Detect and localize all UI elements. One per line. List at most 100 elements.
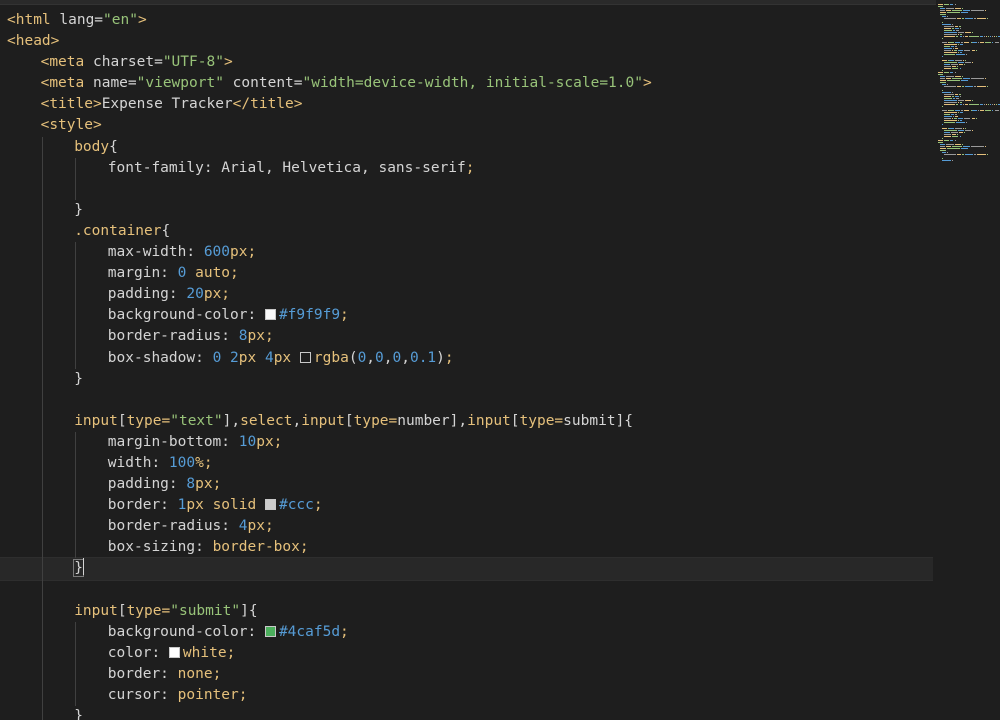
- code-token: </title>: [232, 96, 303, 113]
- code-line[interactable]: }: [7, 368, 933, 390]
- minimap-mark: [972, 62, 974, 63]
- code-line[interactable]: box-shadow: 0 2px 4px rgba(0,0,0,0.1);: [7, 347, 933, 369]
- minimap-mark: [954, 60, 963, 61]
- minimap-mark: [938, 72, 944, 73]
- minimap-mark: [968, 104, 979, 105]
- code-token: %;: [195, 454, 213, 471]
- minimap-mark: [940, 82, 947, 83]
- code-token: number: [397, 412, 450, 429]
- minimap-mark: [944, 136, 952, 137]
- minimap-mark: [953, 116, 955, 117]
- code-line[interactable]: border: none;: [7, 663, 933, 685]
- minimap-mark: [993, 36, 995, 37]
- code-line[interactable]: max-width: 600px;: [7, 242, 933, 264]
- code-line[interactable]: padding: 8px;: [7, 474, 933, 496]
- code-token: 20: [186, 286, 204, 303]
- minimap-mark: [970, 110, 972, 111]
- code-line[interactable]: margin: 0 auto;: [7, 263, 933, 285]
- code-line[interactable]: <head>: [7, 31, 933, 52]
- code-line[interactable]: color: white;: [7, 642, 933, 664]
- code-line[interactable]: <style>: [7, 115, 933, 136]
- code-token: <title>: [40, 96, 102, 113]
- code-token: white: [182, 644, 227, 661]
- code-token: "en": [103, 12, 138, 28]
- indent-guide: [75, 474, 77, 496]
- minimap-mark: [990, 104, 991, 105]
- code-token: ],: [449, 412, 468, 429]
- minimap-mark: [944, 34, 957, 35]
- indent-guide: [41, 642, 43, 664]
- code-area[interactable]: <html lang="en"> <head> <meta charset="UTF…: [0, 10, 933, 720]
- color-swatch-icon[interactable]: [299, 351, 311, 363]
- minimap-mark: [944, 46, 951, 47]
- code-line[interactable]: width: 100%;: [7, 452, 933, 475]
- code-line[interactable]: <title>Expense Tracker</title>: [7, 94, 933, 115]
- code-token: box-shadow:: [107, 349, 213, 366]
- indent-guide: [75, 305, 77, 327]
- minimap-mark: [952, 160, 953, 161]
- indent-guide: [41, 663, 43, 685]
- minimap-mark: [964, 130, 972, 131]
- code-line[interactable]: background-color: #f9f9f9;: [7, 305, 933, 327]
- indent-guide: [41, 495, 43, 517]
- code-line[interactable]: input[type="submit"]{: [7, 600, 933, 622]
- color-swatch-icon[interactable]: [264, 499, 276, 511]
- minimap-mark: [965, 122, 967, 123]
- minimap-mark: [944, 68, 952, 69]
- code-line[interactable]: }: [7, 199, 933, 221]
- code-line[interactable]: margin-bottom: 10px;: [7, 431, 933, 453]
- minimap-mark: [959, 36, 963, 37]
- color-swatch-icon[interactable]: [264, 309, 276, 321]
- code-line[interactable]: input[type="text"],select,input[type=num…: [7, 410, 933, 432]
- code-line[interactable]: body{: [7, 136, 933, 158]
- code-line[interactable]: [7, 579, 933, 601]
- minimap-mark: [959, 28, 961, 29]
- code-line[interactable]: box-sizing: border-box;: [7, 537, 933, 559]
- minimap-mark: [946, 78, 951, 79]
- code-token: lang=: [59, 12, 104, 28]
- code-line[interactable]: <meta name="viewport" content="width=dev…: [7, 73, 933, 94]
- minimap-mark: [957, 120, 959, 121]
- minimap-mark: [988, 104, 990, 105]
- code-line[interactable]: .container{: [7, 220, 933, 243]
- tab-bar: [0, 0, 1000, 5]
- code-token: charset=: [92, 54, 163, 71]
- code-line[interactable]: cursor: pointer;: [7, 685, 933, 707]
- code-editor[interactable]: <html lang="en"> <head> <meta charset="UTF…: [0, 0, 1000, 720]
- minimap-mark: [976, 154, 986, 155]
- minimap-mark: [942, 106, 943, 107]
- minimap-mark: [946, 146, 951, 147]
- code-line[interactable]: [7, 389, 933, 411]
- minimap-mark: [944, 86, 956, 87]
- code-line[interactable]: <html lang="en">: [7, 10, 933, 31]
- minimap-mark: [961, 76, 963, 77]
- minimap-mark: [951, 132, 958, 133]
- code-token: none: [177, 665, 213, 682]
- code-line[interactable]: <meta charset="UTF-8">: [7, 52, 933, 73]
- code-line[interactable]: border: 1px solid #ccc;: [7, 495, 933, 517]
- minimap-mark: [957, 62, 964, 63]
- code-line[interactable]: background-color: #4caf5d;: [7, 621, 933, 643]
- minimap-mark: [954, 118, 957, 119]
- code-token: type=: [126, 602, 171, 619]
- minimap-mark: [940, 8, 946, 9]
- code-line[interactable]: padding: 20px;: [7, 284, 933, 306]
- minimap-mark: [964, 118, 971, 119]
- current-code-line[interactable]: }: [0, 557, 933, 582]
- code-line[interactable]: }: [7, 706, 933, 720]
- indent-guide: [41, 452, 43, 475]
- code-line[interactable]: [7, 178, 933, 200]
- color-swatch-icon[interactable]: [264, 625, 276, 637]
- indent-guide: [41, 621, 43, 643]
- minimap[interactable]: [936, 0, 1000, 720]
- minimap-mark: [993, 104, 995, 105]
- minimap-mark: [984, 146, 986, 147]
- code-line[interactable]: border-radius: 4px;: [7, 516, 933, 538]
- minimap-mark: [940, 148, 947, 149]
- code-line[interactable]: font-family: Arial, Helvetica, sans-seri…: [7, 157, 933, 179]
- code-line[interactable]: border-radius: 8px;: [7, 326, 933, 348]
- minimap-mark: [952, 28, 954, 29]
- minimap-mark: [942, 152, 946, 153]
- minimap-mark: [984, 36, 986, 37]
- color-swatch-icon[interactable]: [168, 646, 180, 658]
